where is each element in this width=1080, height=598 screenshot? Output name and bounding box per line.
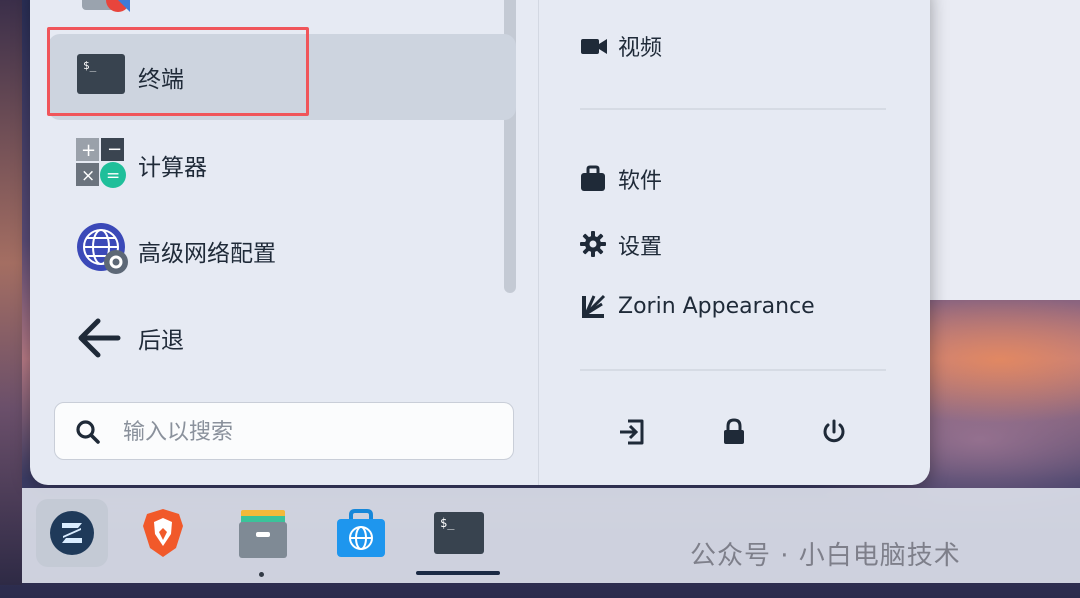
system-label-settings: 设置 xyxy=(618,235,663,260)
app-item-calculator[interactable]: + − × = 计算器 xyxy=(48,122,516,208)
software-store-icon xyxy=(334,509,388,564)
menu-column-divider xyxy=(538,0,539,485)
partial-app-icon[interactable] xyxy=(82,0,130,12)
app-label-back: 后退 xyxy=(138,328,184,354)
taskbar-terminal[interactable]: $_ xyxy=(432,508,486,562)
system-label-software: 软件 xyxy=(618,169,663,194)
system-item-settings[interactable]: 设置 xyxy=(580,225,662,265)
system-item-zorin-appearance[interactable]: Zorin Appearance xyxy=(580,286,815,326)
brave-browser-icon xyxy=(136,509,190,564)
power-button[interactable] xyxy=(812,412,856,456)
taskbar-software-store[interactable] xyxy=(334,506,388,560)
highlight-annotation xyxy=(47,27,309,116)
video-icon xyxy=(580,32,608,60)
app-label-calculator: 计算器 xyxy=(138,155,207,181)
svg-text:=: = xyxy=(106,166,120,186)
places-item-videos[interactable]: 视频 xyxy=(580,26,662,66)
taskbar-files[interactable] xyxy=(236,506,290,560)
watermark: 公众号 · 小白电脑技术 xyxy=(690,541,961,571)
terminal-icon: $_ xyxy=(432,512,486,562)
software-bag-icon xyxy=(580,165,608,193)
power-icon xyxy=(820,418,848,450)
right-divider-1 xyxy=(580,108,886,110)
svg-text:×: × xyxy=(81,166,95,186)
svg-text:$_: $_ xyxy=(440,516,455,530)
zorin-menu-icon xyxy=(48,509,96,561)
logout-icon xyxy=(618,418,646,450)
system-item-software[interactable]: 软件 xyxy=(580,159,662,199)
back-arrow-icon xyxy=(76,317,126,367)
zorin-menu-button[interactable] xyxy=(36,499,108,567)
search-box[interactable] xyxy=(54,402,514,460)
system-label-zorin-appearance: Zorin Appearance xyxy=(618,293,815,319)
wallpaper-edge xyxy=(0,0,22,585)
svg-text:−: − xyxy=(107,139,122,160)
svg-text:+: + xyxy=(81,140,96,161)
network-settings-icon xyxy=(76,222,128,274)
settings-gear-icon xyxy=(580,231,608,259)
lock-button[interactable] xyxy=(712,412,756,456)
active-indicator-terminal xyxy=(416,571,500,575)
taskbar-brave[interactable] xyxy=(136,506,190,560)
app-item-network-settings[interactable]: 高级网络配置 xyxy=(48,208,516,294)
files-icon xyxy=(236,510,290,564)
right-divider-2 xyxy=(580,369,886,371)
lock-icon xyxy=(721,418,747,450)
logout-button[interactable] xyxy=(610,412,654,456)
zorin-appearance-icon xyxy=(580,292,608,320)
app-label-network-settings: 高级网络配置 xyxy=(138,241,276,267)
running-indicator-files xyxy=(259,572,264,577)
calculator-icon: + − × = xyxy=(76,138,126,188)
back-button[interactable]: 后退 xyxy=(48,295,516,381)
places-label-videos: 视频 xyxy=(618,36,663,61)
search-icon xyxy=(75,419,101,445)
search-input[interactable] xyxy=(121,416,495,448)
